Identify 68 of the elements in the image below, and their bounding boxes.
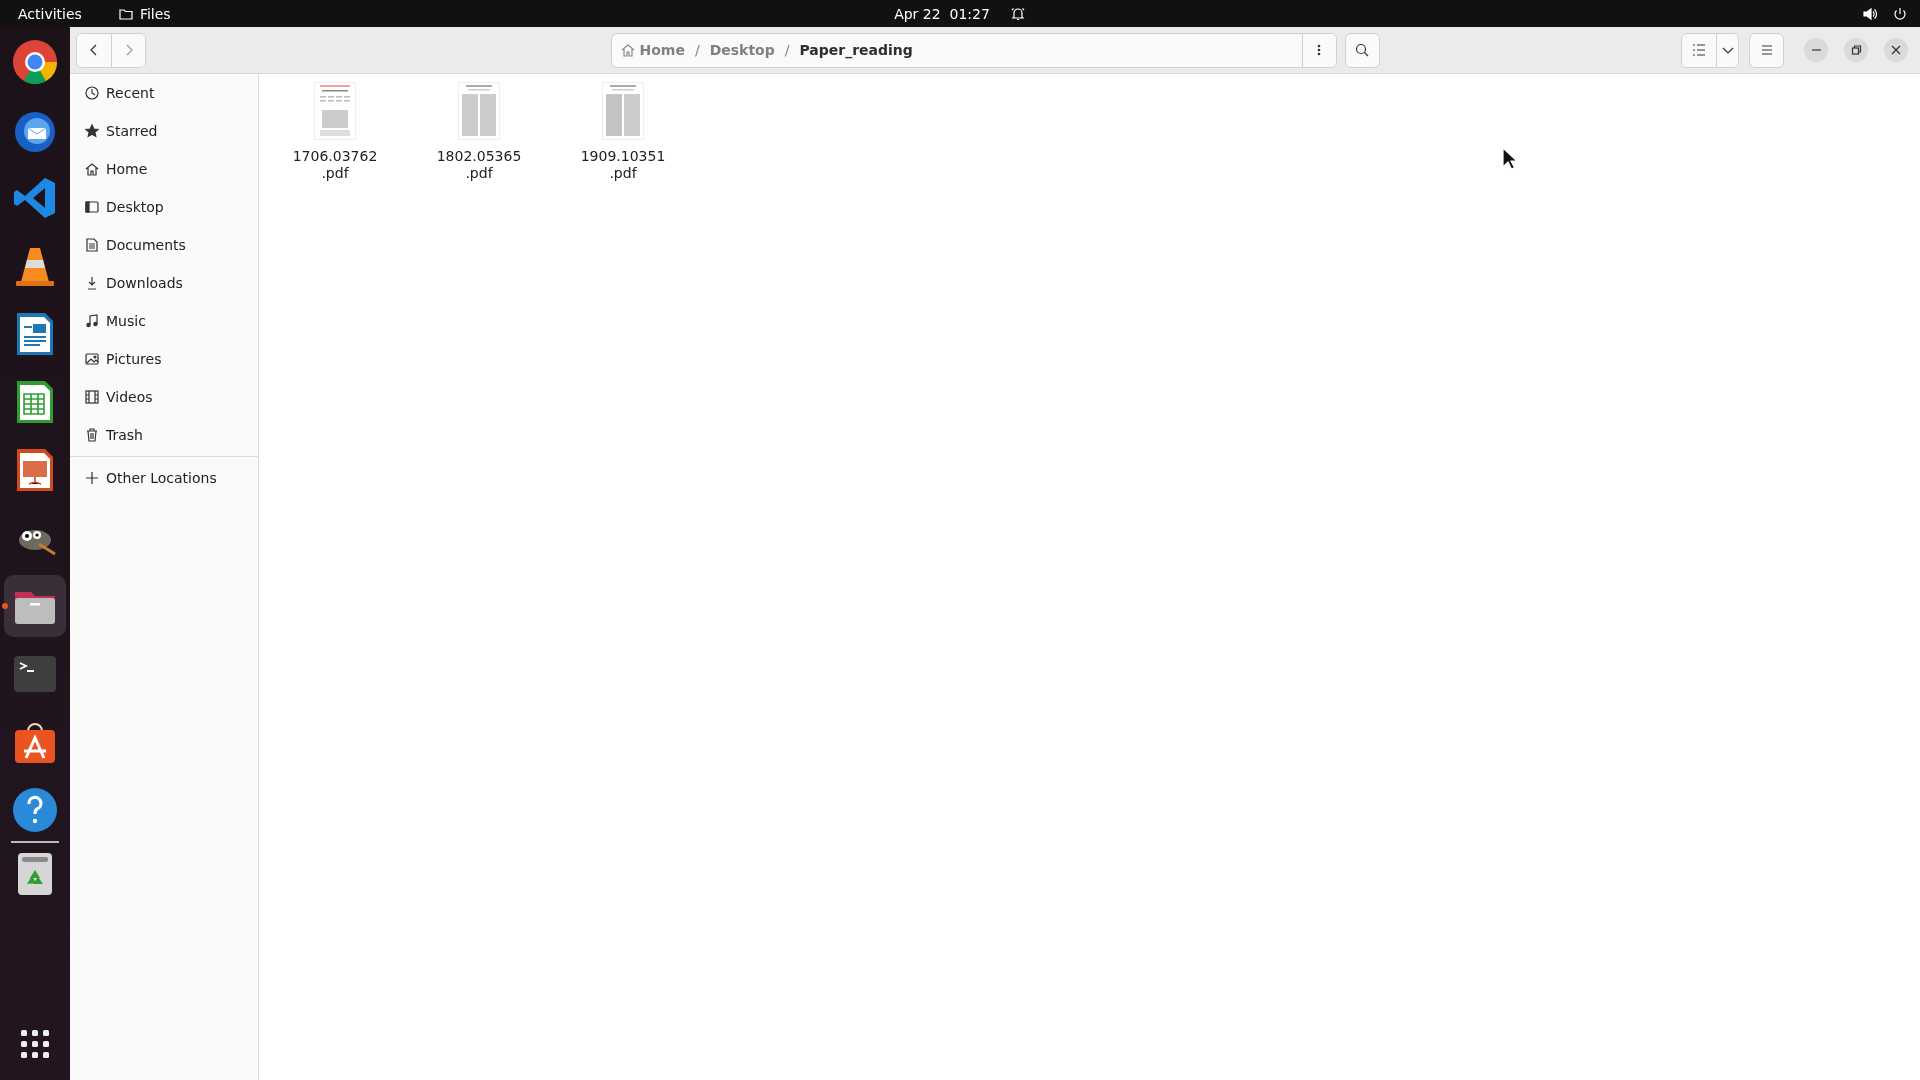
- sidebar-item-label: Starred: [106, 123, 158, 139]
- home-icon: [619, 42, 636, 58]
- sidebar-item[interactable]: Home: [70, 150, 258, 188]
- clock[interactable]: Apr 22 01:27: [894, 5, 990, 22]
- browser-icon: [11, 38, 59, 86]
- power-icon: [1892, 5, 1908, 22]
- sidebar-item[interactable]: Recent: [70, 74, 258, 112]
- trash-icon: [84, 427, 100, 443]
- path-separator: /: [784, 42, 790, 58]
- search-icon: [1354, 42, 1370, 58]
- file-item[interactable]: 1909.10351.pdf: [573, 82, 673, 182]
- document-thumbnail-icon: [314, 82, 356, 140]
- clock-icon: [84, 85, 100, 101]
- path-separator: /: [694, 42, 700, 58]
- mouse-cursor-icon: [1502, 147, 1518, 171]
- plus-icon: [84, 470, 100, 486]
- notification-bell-icon: [1009, 5, 1026, 22]
- minimize-icon: [1811, 49, 1821, 51]
- file-name: 1706.03762.pdf: [291, 148, 379, 182]
- help-icon: [11, 786, 59, 834]
- sidebar-item-label: Other Locations: [106, 470, 217, 486]
- sidebar-item-label: Pictures: [106, 351, 162, 367]
- path-segment[interactable]: Paper_reading: [799, 42, 913, 58]
- sidebar-item[interactable]: Downloads: [70, 264, 258, 302]
- activities-button[interactable]: Activities: [18, 5, 82, 22]
- sidebar-item-label: Downloads: [106, 275, 183, 291]
- search-button[interactable]: [1344, 32, 1380, 68]
- file-item[interactable]: 1706.03762.pdf: [285, 82, 385, 182]
- sidebar-item-label: Documents: [106, 237, 186, 253]
- sidebar-item[interactable]: Trash: [70, 416, 258, 454]
- sidebar-item-label: Home: [106, 161, 148, 177]
- star-icon: [84, 123, 100, 139]
- file-name: 1909.10351.pdf: [579, 148, 667, 182]
- vertical-dots-icon: [1317, 44, 1321, 56]
- speaker-icon: [1862, 5, 1878, 22]
- minimize-button[interactable]: [1804, 38, 1828, 62]
- path-segment[interactable]: Desktop: [709, 42, 775, 58]
- music-note-icon: [84, 313, 100, 329]
- sidebar-item-label: Music: [106, 313, 146, 329]
- list-icon: [1691, 42, 1707, 58]
- home-icon: [84, 161, 100, 177]
- sidebar-item-label: Recent: [106, 85, 155, 101]
- app-grid-icon[interactable]: [21, 1030, 49, 1058]
- app-menu-label[interactable]: Files: [139, 5, 171, 22]
- desktop-icon: [84, 199, 100, 215]
- document-thumbnail-icon: [458, 82, 500, 140]
- path-segment[interactable]: Home: [619, 42, 685, 58]
- sidebar-item[interactable]: Starred: [70, 112, 258, 150]
- sidebar-item[interactable]: Documents: [70, 226, 258, 264]
- sidebar-item[interactable]: Pictures: [70, 340, 258, 378]
- sidebar-item[interactable]: Desktop: [70, 188, 258, 226]
- menu-button[interactable]: [1749, 32, 1784, 68]
- sidebar-item[interactable]: Other Locations: [70, 459, 258, 497]
- restore-button[interactable]: [1844, 38, 1868, 62]
- running-indicator: [2, 603, 8, 609]
- file-name: 1802.05365.pdf: [435, 148, 523, 182]
- file-item[interactable]: 1802.05365.pdf: [429, 82, 529, 182]
- sidebar-item-label: Videos: [106, 389, 153, 405]
- document-icon: [84, 237, 100, 253]
- film-icon: [84, 389, 100, 405]
- sidebar-item-label: Trash: [106, 427, 143, 443]
- sidebar-item-label: Desktop: [106, 199, 164, 215]
- close-button[interactable]: [1884, 38, 1908, 62]
- sidebar-item[interactable]: Videos: [70, 378, 258, 416]
- image-icon: [84, 351, 100, 367]
- document-thumbnail-icon: [602, 82, 644, 140]
- sidebar-item[interactable]: Music: [70, 302, 258, 340]
- dock-item[interactable]: [4, 575, 66, 637]
